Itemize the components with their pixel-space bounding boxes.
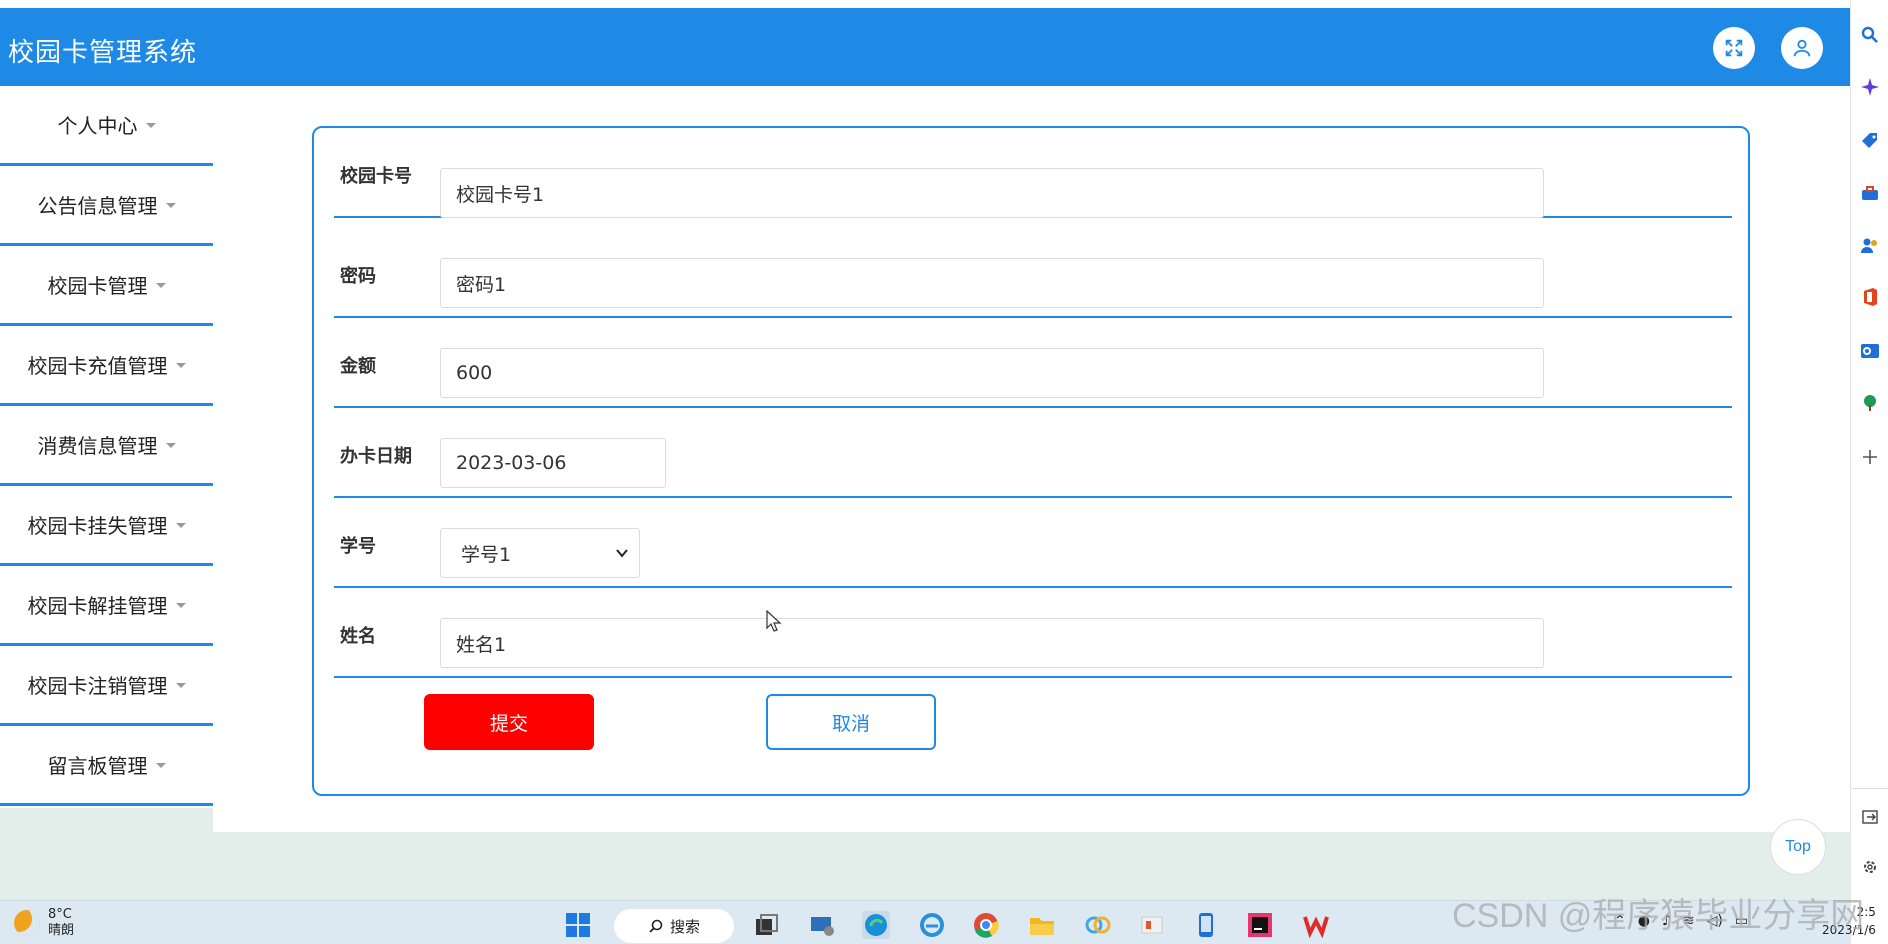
browser-sidebar [1850,0,1888,944]
tag-icon[interactable] [1859,130,1881,152]
mouse-cursor-icon [766,610,782,632]
jetbrains-icon[interactable] [1246,911,1274,939]
weather-temp: 8°C [48,907,72,922]
caret-down-icon [175,683,186,688]
sidebar-item-label: 留言板管理 [47,754,148,778]
phone-link-icon[interactable] [1192,911,1220,939]
copilot-sparkle-icon[interactable] [1859,76,1881,98]
taskbar-search-label: 搜索 [669,917,700,936]
caret-down-icon [175,363,186,368]
sidebar-item-label: 公告信息管理 [37,194,158,218]
tree-icon[interactable] [1859,392,1881,414]
task-view-icon[interactable] [752,911,780,939]
windows-start-icon[interactable] [564,911,592,939]
form-row-name: 姓名 姓名1 [334,128,1732,678]
taskbar-search[interactable]: 搜索 [614,909,734,943]
sidebar-item-announcements[interactable]: 公告信息管理 [0,166,213,246]
network-app-icon[interactable] [808,911,836,939]
wps-icon[interactable] [1302,911,1330,939]
toolbox-icon[interactable] [1859,182,1881,204]
weather-widget[interactable]: 8°C 晴朗 [14,907,74,939]
settings-gear-icon[interactable] [1859,856,1881,878]
moon-icon [14,910,40,936]
flow-app-icon[interactable] [1084,911,1112,939]
presentation-app-icon[interactable] [1138,911,1166,939]
edit-form-card: 校园卡号 校园卡号1 密码 密码1 金额 600 办卡日期 2023-03-06… [312,126,1750,796]
sidebar-item-label: 校园卡管理 [47,274,148,298]
sidebar-item-message-board[interactable]: 留言板管理 [0,726,213,806]
caret-down-icon [155,283,166,288]
sidebar-item-consumption[interactable]: 消费信息管理 [0,406,213,486]
sidebar-divider [1851,788,1888,789]
app-header: 校园卡管理系统 [0,8,1850,86]
sidebar-item-personal-center[interactable]: 个人中心 [0,86,213,166]
submit-button[interactable]: 提交 [424,694,594,750]
user-button[interactable] [1781,27,1823,69]
sidebar-item-report-loss[interactable]: 校园卡挂失管理 [0,486,213,566]
office-icon[interactable] [1859,286,1881,308]
sidebar-item-cancellation[interactable]: 校园卡注销管理 [0,646,213,726]
cancel-button[interactable]: 取消 [766,694,936,750]
name-input[interactable]: 姓名1 [440,618,1544,668]
sidebar-item-recharge[interactable]: 校园卡充值管理 [0,326,213,406]
name-label: 姓名 [340,626,376,647]
app-title: 校园卡管理系统 [8,38,198,68]
window-top-strip [0,0,1850,8]
sidebar-item-label: 个人中心 [57,114,138,138]
caret-down-icon [155,763,166,768]
search-icon [649,919,663,933]
fullscreen-icon [1725,39,1743,57]
csdn-watermark: CSDN @程序猿毕业分享网 [1452,897,1865,935]
ie-browser-icon[interactable] [918,911,946,939]
people-icon[interactable] [1859,234,1881,256]
sidebar-item-unfreeze[interactable]: 校园卡解挂管理 [0,566,213,646]
user-icon [1793,39,1811,57]
caret-down-icon [165,443,176,448]
caret-down-icon [145,123,156,128]
file-explorer-icon[interactable] [1028,911,1056,939]
edge-browser-icon[interactable] [862,911,890,939]
sidebar-nav: 个人中心 公告信息管理 校园卡管理 校园卡充值管理 消费信息管理 校园卡挂失管理… [0,86,213,806]
caret-down-icon [165,203,176,208]
back-to-top-button[interactable]: Top [1770,819,1826,875]
search-icon[interactable] [1859,24,1881,46]
add-icon[interactable] [1859,446,1881,468]
exit-panel-icon[interactable] [1859,806,1881,828]
chrome-icon[interactable] [972,911,1000,939]
sidebar-item-label: 校园卡充值管理 [27,354,168,378]
fullscreen-button[interactable] [1713,27,1755,69]
sidebar-item-label: 校园卡挂失管理 [27,514,168,538]
sidebar-item-label: 校园卡解挂管理 [27,594,168,618]
caret-down-icon [175,523,186,528]
sidebar-bottom-bg [0,808,213,832]
caret-down-icon [175,603,186,608]
sidebar-item-label: 消费信息管理 [37,434,158,458]
outlook-icon[interactable] [1859,340,1881,362]
sidebar-item-label: 校园卡注销管理 [27,674,168,698]
sidebar-item-card-management[interactable]: 校园卡管理 [0,246,213,326]
weather-desc: 晴朗 [48,923,75,938]
